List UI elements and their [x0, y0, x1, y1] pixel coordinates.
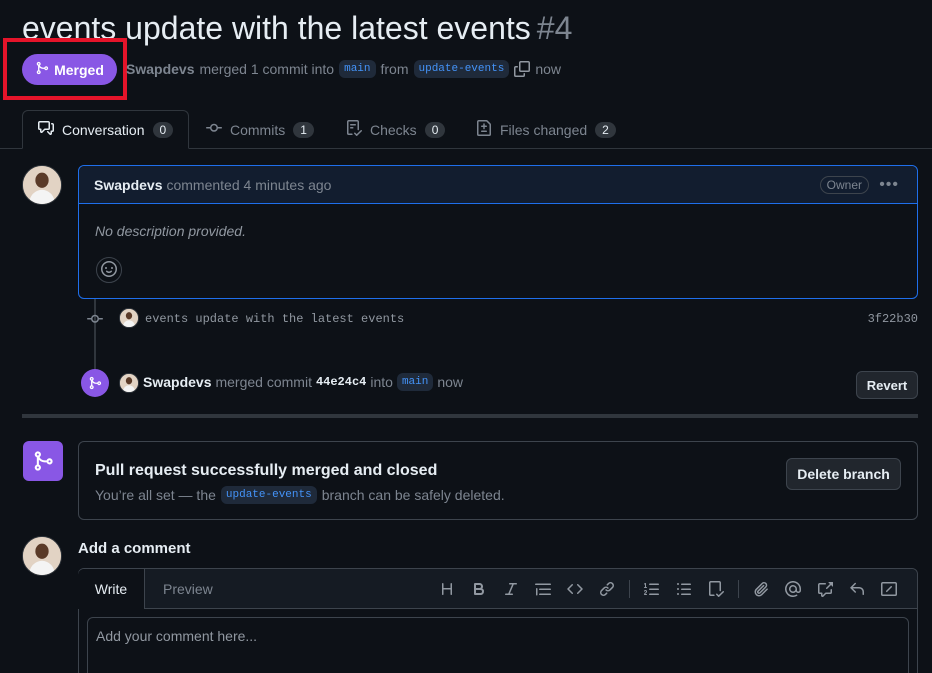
merge-into-text: into: [370, 374, 393, 390]
owner-badge: Owner: [819, 176, 869, 194]
delete-branch-button[interactable]: Delete branch: [786, 458, 901, 490]
pr-author-link[interactable]: Swapdevs: [126, 61, 194, 77]
comment-discussion-icon: [38, 120, 54, 139]
pr-time: now: [535, 61, 562, 77]
smiley-icon: [101, 260, 117, 280]
add-reaction-button[interactable]: [96, 257, 122, 283]
bold-icon[interactable]: [463, 573, 495, 605]
avatar[interactable]: [22, 165, 62, 205]
formatting-toolbar: [431, 569, 905, 609]
comment-textarea[interactable]: Add your comment here...: [87, 617, 909, 673]
heading-icon[interactable]: [431, 573, 463, 605]
merge-status-subtitle: You’re all set — the update-events branc…: [95, 486, 505, 504]
reply-icon[interactable]: [841, 573, 873, 605]
delete-branch-label[interactable]: update-events: [220, 486, 317, 504]
file-diff-icon: [476, 120, 492, 139]
merge-time[interactable]: now: [437, 374, 463, 390]
ordered-list-icon[interactable]: [636, 573, 668, 605]
tab-commits[interactable]: Commits 1: [206, 110, 314, 149]
tab-conversation-label: Conversation: [62, 121, 145, 138]
cross-reference-icon[interactable]: [809, 573, 841, 605]
link-icon[interactable]: [591, 573, 623, 605]
mention-icon[interactable]: [777, 573, 809, 605]
merge-event-text: merged commit: [215, 374, 312, 390]
pr-meta: Swapdevs merged 1 commit into main from …: [126, 58, 561, 80]
avatar[interactable]: [119, 308, 139, 328]
comment-header: Swapdevs commented 4 minutes ago Owner •…: [79, 166, 917, 204]
tab-conversation[interactable]: Conversation 0: [22, 110, 189, 149]
tab-files-changed-label: Files changed: [500, 121, 588, 138]
merge-status-title: Pull request successfully merged and clo…: [95, 462, 438, 479]
tab-checks[interactable]: Checks 0: [346, 110, 446, 149]
merge-event: Swapdevs merged commit 44e24c4 into main…: [143, 373, 463, 391]
tab-commits-label: Commits: [230, 121, 286, 138]
commit-sha-link[interactable]: 3f22b30: [868, 312, 918, 326]
pr-from-text: from: [380, 61, 409, 77]
checklist-icon: [346, 120, 363, 139]
merge-status-prefix: You’re all set — the: [95, 487, 216, 503]
editor-header: Write Preview: [78, 569, 917, 609]
quote-icon[interactable]: [527, 573, 559, 605]
merge-author-link[interactable]: Swapdevs: [143, 374, 211, 390]
merge-status-box: Pull request successfully merged and clo…: [78, 441, 918, 520]
tab-preview[interactable]: Preview: [163, 569, 213, 609]
add-comment-heading: Add a comment: [78, 540, 191, 557]
pr-description-comment: Swapdevs commented 4 minutes ago Owner •…: [78, 165, 918, 299]
base-branch-label[interactable]: main: [339, 60, 376, 78]
pr-number: #4: [536, 10, 573, 46]
commit-message-link[interactable]: events update with the latest events: [145, 312, 404, 326]
merge-status-suffix: branch can be safely deleted.: [321, 487, 505, 503]
toolbar-separator: [738, 580, 739, 598]
git-commit-icon: [206, 120, 222, 139]
tab-checks-label: Checks: [370, 121, 417, 138]
revert-button[interactable]: Revert: [856, 371, 918, 399]
avatar[interactable]: [119, 373, 139, 393]
comment-body: No description provided.: [95, 223, 246, 239]
unordered-list-icon[interactable]: [668, 573, 700, 605]
comment-editor: Write Preview Add your comment here...: [78, 568, 918, 673]
head-branch-label[interactable]: update-events: [413, 60, 510, 78]
tab-files-changed[interactable]: Files changed 2: [476, 110, 616, 149]
timeline-divider: [22, 414, 918, 418]
merge-branch-label[interactable]: main: [396, 373, 434, 391]
tab-checks-count: 0: [424, 121, 446, 138]
comment-meta[interactable]: commented 4 minutes ago: [166, 177, 331, 193]
avatar[interactable]: [22, 536, 62, 576]
toolbar-separator: [629, 580, 630, 598]
tab-commits-count: 1: [293, 121, 314, 138]
italic-icon[interactable]: [495, 573, 527, 605]
paperclip-icon[interactable]: [745, 573, 777, 605]
comment-author-link[interactable]: Swapdevs: [94, 177, 162, 193]
tab-conversation-count: 0: [152, 121, 174, 138]
git-merge-icon: [81, 369, 109, 397]
pr-merged-text: merged 1 commit into: [199, 61, 335, 77]
git-merge-icon: [23, 441, 63, 481]
merge-commit-sha-link[interactable]: 44e24c4: [316, 375, 366, 389]
code-icon[interactable]: [559, 573, 591, 605]
git-commit-icon: [86, 311, 104, 330]
fullscreen-icon[interactable]: [873, 573, 905, 605]
task-list-icon[interactable]: [700, 573, 732, 605]
kebab-menu-icon[interactable]: •••: [879, 176, 899, 194]
annotation-highlight-box: [3, 38, 127, 100]
copy-icon[interactable]: [514, 61, 531, 77]
tab-files-changed-count: 2: [595, 121, 616, 138]
tab-write[interactable]: Write: [78, 569, 145, 609]
